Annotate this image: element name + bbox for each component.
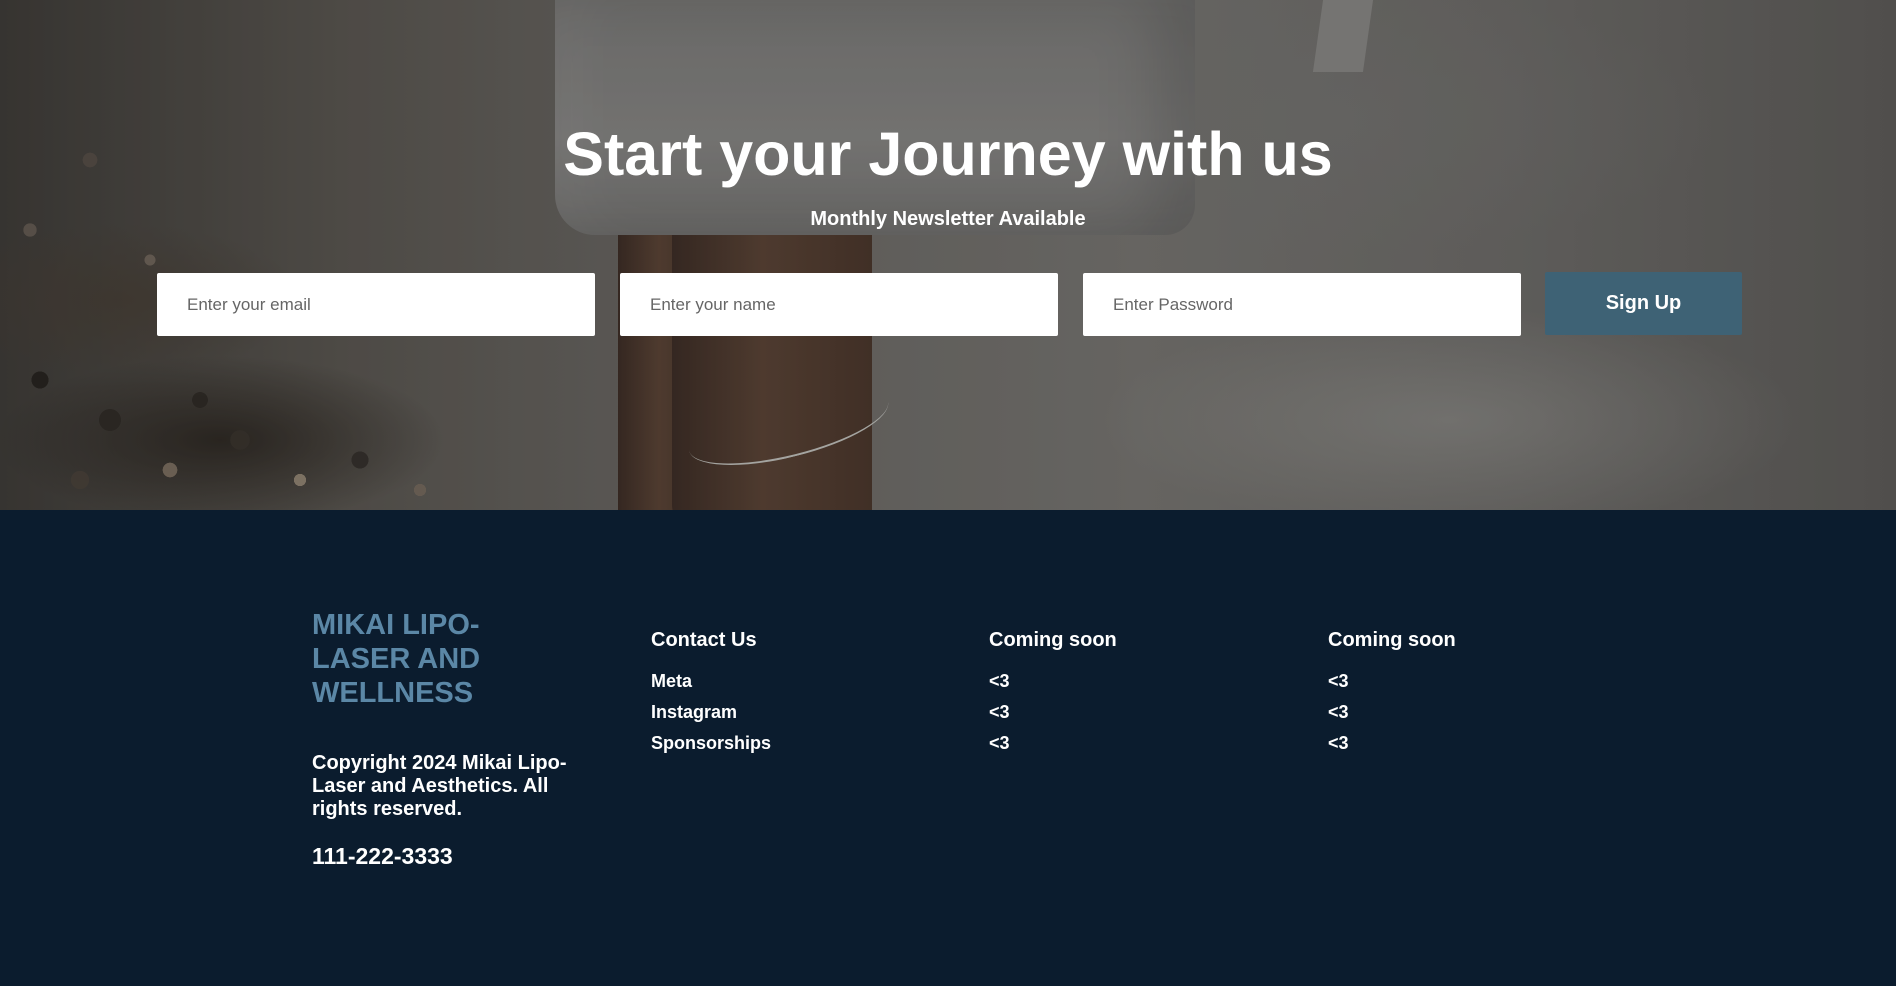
name-input[interactable] <box>620 273 1058 336</box>
footer-brand-column: MIKAI LIPO-LASER AND WELLNESS Copyright … <box>312 608 602 870</box>
footer-link-sponsorships[interactable]: Sponsorships <box>651 728 951 759</box>
footer-link-placeholder[interactable]: <3 <box>989 728 1289 759</box>
password-input[interactable] <box>1083 273 1521 336</box>
hero-title: Start your Journey with us <box>563 120 1333 188</box>
footer: MIKAI LIPO-LASER AND WELLNESS Copyright … <box>0 510 1896 986</box>
footer-column-heading: Coming soon <box>1328 629 1456 651</box>
footer-link-placeholder[interactable]: <3 <box>989 697 1289 728</box>
footer-link-placeholder[interactable]: <3 <box>1328 728 1628 759</box>
phone-number: 111-222-3333 <box>312 843 453 869</box>
hero-content: Start your Journey with us Monthly Newsl… <box>0 0 1896 510</box>
footer-link-instagram[interactable]: Instagram <box>651 697 951 728</box>
footer-column-coming-soon-2: Coming soon <3 <3 <3 <box>1328 628 1628 759</box>
newsletter-signup-form: Sign Up <box>157 272 1742 336</box>
footer-column-coming-soon-1: Coming soon <3 <3 <3 <box>989 628 1289 759</box>
footer-column-contact: Contact Us Meta Instagram Sponsorships <box>651 628 951 759</box>
footer-link-placeholder[interactable]: <3 <box>1328 697 1628 728</box>
footer-link-placeholder[interactable]: <3 <box>989 666 1289 697</box>
email-input[interactable] <box>157 273 595 336</box>
hero-section: Start your Journey with us Monthly Newsl… <box>0 0 1896 510</box>
sign-up-button[interactable]: Sign Up <box>1545 272 1742 335</box>
hero-subtitle: Monthly Newsletter Available <box>810 208 1086 230</box>
footer-column-heading: Coming soon <box>989 629 1117 651</box>
copyright-text: Copyright 2024 Mikai Lipo-Laser and Aest… <box>312 752 567 820</box>
brand-name: MIKAI LIPO-LASER AND WELLNESS <box>312 609 481 709</box>
footer-column-heading: Contact Us <box>651 629 757 651</box>
footer-link-meta[interactable]: Meta <box>651 666 951 697</box>
footer-link-placeholder[interactable]: <3 <box>1328 666 1628 697</box>
